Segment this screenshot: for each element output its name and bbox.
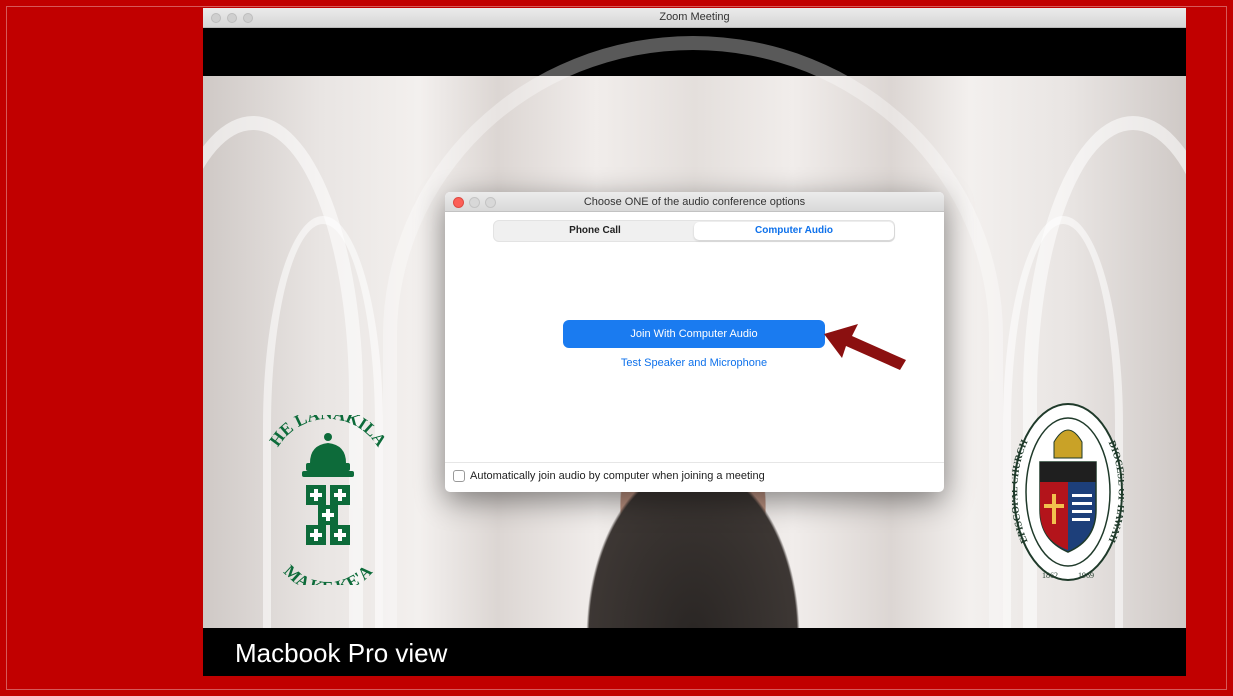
window-title: Zoom Meeting xyxy=(659,11,730,23)
dialog-divider xyxy=(445,462,944,463)
dialog-title: Choose ONE of the audio conference optio… xyxy=(583,196,806,208)
auto-join-option: Automatically join audio by computer whe… xyxy=(453,470,765,482)
auto-join-checkbox[interactable] xyxy=(453,470,465,482)
seal-year-right: 1969 xyxy=(1078,571,1094,580)
pointer-arrow-icon xyxy=(824,324,906,370)
tab-computer-audio[interactable]: Computer Audio xyxy=(694,222,894,240)
episcopal-diocese-seal: EPISCOPAL CHURCH DIOCESE OF HAWAII 1862 … xyxy=(1009,400,1127,595)
seal-year-left: 1862 xyxy=(1042,571,1058,580)
cross-crown-logo-icon: HE LANAKILA MA KE KE'A xyxy=(266,404,391,597)
svg-text:MA KE KE'A: MA KE KE'A xyxy=(280,561,376,585)
he-lanakila-logo: HE LANAKILA MA KE KE'A xyxy=(258,404,398,597)
audio-tabs: Phone Call Computer Audio xyxy=(493,220,895,242)
join-computer-audio-button[interactable]: Join With Computer Audio xyxy=(563,320,825,348)
window-titlebar: Zoom Meeting xyxy=(203,8,1186,28)
tab-phone-call[interactable]: Phone Call xyxy=(495,222,695,240)
diocese-seal-icon: EPISCOPAL CHURCH DIOCESE OF HAWAII 1862 … xyxy=(1009,403,1127,581)
dialog-titlebar: Choose ONE of the audio conference optio… xyxy=(445,192,944,212)
logo-bottom-text: MA KE KE'A xyxy=(280,561,376,597)
caption-bar: Macbook Pro view xyxy=(203,628,1186,676)
slide-caption: Macbook Pro view xyxy=(235,638,448,668)
auto-join-label: Automatically join audio by computer whe… xyxy=(470,470,765,482)
test-speaker-microphone-link[interactable]: Test Speaker and Microphone xyxy=(563,357,825,369)
